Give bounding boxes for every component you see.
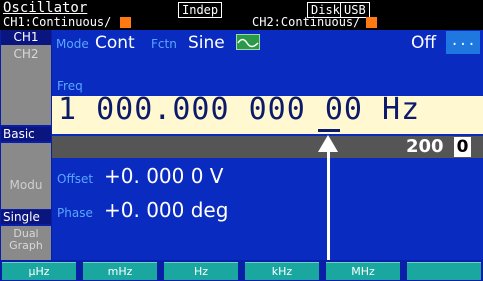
indep-indicator: Indep (178, 2, 223, 18)
ch1-status-icon (120, 17, 131, 28)
mode-value[interactable]: Cont (95, 33, 135, 53)
tab-dual-graph[interactable]: Dual Graph (1, 226, 51, 260)
ch2-status-icon (366, 17, 377, 28)
tab-ch2[interactable]: CH2 (1, 45, 51, 125)
fctn-label: Fctn (151, 37, 177, 51)
tab-modu[interactable]: Modu (1, 143, 51, 209)
step-value: 200 (406, 136, 444, 157)
tab-graph-label: Graph (9, 239, 43, 252)
fctn-value[interactable]: Sine (188, 33, 225, 53)
phase-value[interactable]: +0. 000 deg (104, 198, 228, 222)
offset-label: Offset (57, 172, 94, 186)
tab-single[interactable]: Single (1, 210, 51, 224)
mode-label: Mode (56, 37, 89, 51)
phase-label: Phase (57, 206, 93, 220)
freq-label: Freq (57, 79, 83, 93)
tab-ch1[interactable]: CH1 (1, 30, 51, 46)
output-state[interactable]: Off (411, 33, 436, 53)
softkey-hz[interactable]: Hz (164, 262, 238, 280)
softkey-mhz-mega[interactable]: MHz (326, 262, 400, 280)
offset-value[interactable]: +0. 000 0 V (104, 164, 224, 188)
softkey-uhz[interactable]: μHz (2, 262, 76, 280)
softkey-mhz-milli[interactable]: mHz (83, 262, 157, 280)
more-button[interactable]: ... (446, 31, 480, 54)
ch1-status: CH1:Continuous/ (3, 15, 112, 29)
sine-wave-icon (236, 34, 260, 50)
tab-basic[interactable]: Basic (1, 127, 51, 141)
softkey-empty[interactable] (407, 262, 481, 280)
app-title: Oscillator (3, 0, 88, 16)
step-digit[interactable]: 0 (454, 137, 471, 157)
annotation-arrow-line (327, 150, 330, 264)
softkey-khz[interactable]: kHz (245, 262, 319, 280)
ch2-status: CH2:Continuous/ (252, 15, 361, 29)
digit-cursor (318, 129, 340, 132)
freq-value: 1 000.000 000 00 Hz (58, 92, 421, 127)
annotation-arrow-head (318, 135, 338, 152)
